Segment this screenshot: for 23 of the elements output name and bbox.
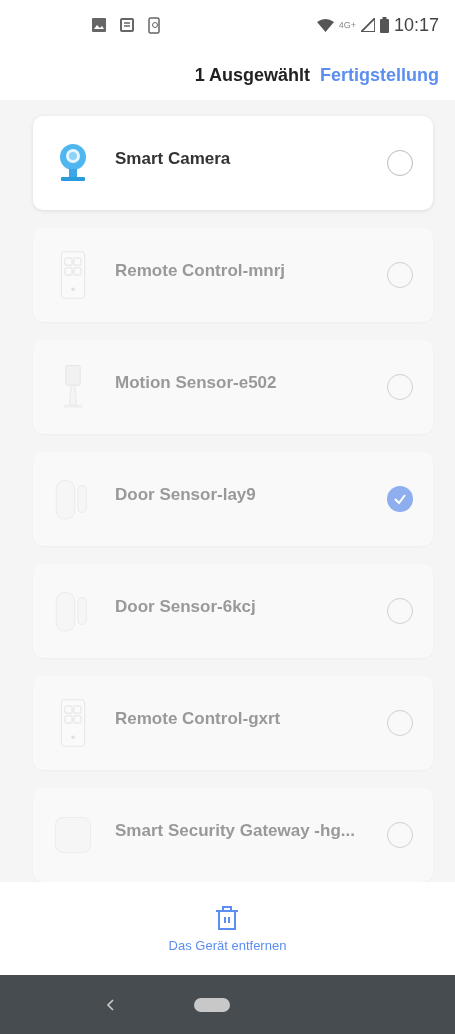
home-icon[interactable] xyxy=(194,997,230,1012)
image-icon xyxy=(92,18,106,32)
device-name: Remote Control-gxrt xyxy=(115,709,282,729)
device-name: Door Sensor-6kcj xyxy=(115,597,257,617)
device-name: Motion Sensor-e502 xyxy=(115,373,278,393)
wifi-icon xyxy=(316,18,334,32)
device-name: Smart Camera xyxy=(115,149,232,169)
trash-icon xyxy=(214,904,241,932)
selection-count: 1 Ausgewählt xyxy=(194,64,310,86)
battery-icon xyxy=(379,17,389,33)
phone-rotate-icon xyxy=(148,16,160,34)
back-icon[interactable] xyxy=(106,998,114,1011)
device-card[interactable]: Smart Camera xyxy=(33,116,433,210)
check-icon xyxy=(393,492,407,506)
done-button[interactable]: Fertigstellung xyxy=(320,64,439,86)
document-icon xyxy=(120,18,134,32)
device-name: Smart Security Gateway -hg... xyxy=(115,821,356,841)
device-name: Door Sensor-lay9 xyxy=(115,485,257,505)
remove-device-button[interactable]: Das Gerät entfernen xyxy=(162,903,293,954)
device-name: Remote Control-mnrj xyxy=(115,261,286,281)
network-type: 4G+ xyxy=(338,20,356,30)
signal-icon xyxy=(360,18,375,32)
clock: 10:17 xyxy=(393,14,439,36)
